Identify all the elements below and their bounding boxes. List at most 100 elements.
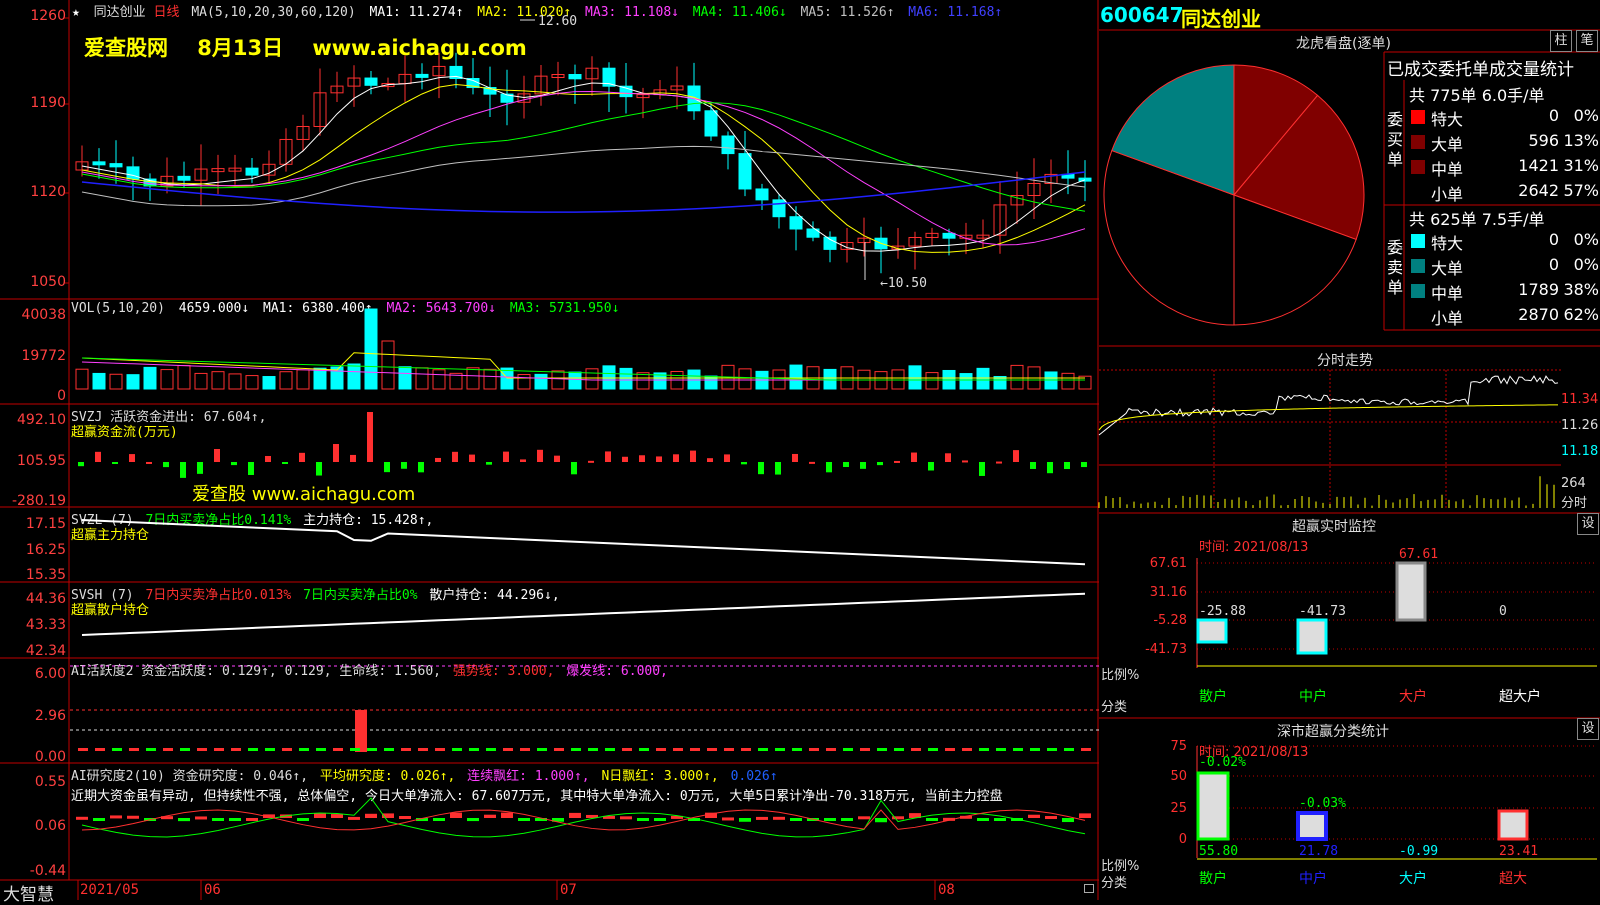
sell-row-name: 特大 [1431,234,1464,253]
svzj-bar [690,450,696,462]
sell-row-swatch [1411,234,1425,248]
research-bar [467,818,479,822]
volume-chart[interactable] [70,300,1100,400]
ai1-activity-chart[interactable] [70,658,1100,763]
candle-body [92,161,106,166]
sell-row-pct: 62% [1563,305,1599,324]
order-pie-chart[interactable] [1099,40,1369,350]
buy-row-swatch [1411,185,1425,199]
stats-bar [1296,811,1328,841]
chart-area[interactable]: 1260 1190 1120 1050 ★ 同达创业 日线 MA(5,10,20… [0,0,1100,905]
monitor-bar-chart[interactable]: 67.61 31.16 -5.28 -41.73 -25.88 -41.73 67.61 0 散… [1099,518,1600,708]
candlestick-chart[interactable] [70,12,1100,297]
svzj-bar-chart[interactable] [70,405,1100,505]
volume-bar [959,373,973,390]
ai1-axis-mid: 2.96 [34,708,66,724]
ai2-research-chart[interactable] [70,780,1100,880]
research-bar [824,818,836,821]
monitor-axis-label: -5.28 [1153,613,1187,628]
stats-value: 23.41 [1499,844,1538,859]
stats-axis-label: 0 [1179,832,1187,847]
main-axis-1190: 1190 [30,95,66,111]
sell-row-count: 1789 [1518,280,1559,299]
buy-summary: 共 775单 6.0手/单 [1409,86,1545,105]
candle-body [721,135,735,155]
activity-bar [520,748,530,751]
ai2-axis-mid: 0.06 [34,818,66,834]
monitor-category: 中户 [1299,688,1327,705]
activity-bar [537,748,547,751]
svzj-axis-mid: 105.95 [17,453,66,469]
research-bar [654,818,666,821]
research-bar [994,818,1006,821]
stats-bar [1196,771,1230,841]
svzj-bar [1013,450,1019,462]
sell-row-swatch [1411,284,1425,298]
vol-axis-mid: 19772 [21,348,66,364]
sell-row-pct: 0% [1573,255,1599,274]
research-bar [93,818,105,821]
candle-body [245,167,259,176]
research-bar [1028,814,1040,818]
activity-bar [945,748,955,751]
right-panel: 600647 同达创业 龙虎看盘(逐单) 柱 笔 已成交委托单成交量统计 共 7… [1098,0,1600,900]
volume-bar [823,368,837,390]
svzj-bar [622,456,628,462]
activity-bar [1013,748,1023,751]
activity-bar [554,748,564,751]
activity-bar [758,748,768,751]
svzj-bar [78,462,84,467]
svzl-line-chart[interactable] [70,508,1100,583]
svzj-bar [537,449,543,462]
main-axis-1120: 1120 [30,184,66,200]
svzj-bar [792,453,798,462]
volume-bar [602,365,616,390]
research-bar [331,814,343,818]
svzj-bar [435,457,441,462]
buy-row-swatch [1411,110,1425,124]
candle-body [568,73,582,80]
svzj-bar [112,462,118,464]
activity-bar [792,748,802,751]
sell-row-swatch [1411,259,1425,273]
activity-bar [418,748,428,751]
volume-bar [585,368,599,390]
svzj-bar [588,460,594,463]
lock-icon[interactable] [1084,884,1094,893]
research-bar [110,815,122,819]
volume-bar [1061,372,1075,390]
research-bar [246,817,258,821]
svzj-axis-top: 492.10 [17,412,66,428]
column-view-button[interactable]: 柱 [1550,30,1572,52]
buy-row-name: 小单 [1431,185,1464,204]
svsh-line-chart[interactable] [70,583,1100,658]
buy-row-swatch [1411,135,1425,149]
buy-row-count: 596 [1528,131,1559,150]
buy-row-name: 中单 [1431,160,1464,179]
stats-bar-chart[interactable]: 75 50 25 0 -0.02% -0.03% 55.80 散户 21.78 中户 -0.99 大户… [1099,718,1600,900]
monitor-category: 散户 [1199,688,1227,705]
volume-stats-title: 已成交委托单成交量统计 [1387,60,1574,80]
svsh-axis-top: 44.36 [25,591,66,607]
svzj-bar [996,461,1002,464]
svzj-bar [945,453,951,462]
volume-bar [177,365,191,390]
tick-view-button[interactable]: 笔 [1576,30,1598,52]
volume-bar [517,374,531,390]
svzj-bar [962,460,968,463]
svzj-bar [299,452,305,462]
monitor-category: 超大户 [1499,688,1541,705]
buy-row-name: 大单 [1431,135,1464,154]
ma6-line [81,171,1086,213]
candle-body [364,77,378,86]
volume-bar [279,371,293,390]
monitor-value: -41.73 [1299,604,1346,619]
activity-bar [1064,748,1074,751]
activity-bar [350,748,360,751]
volume-bar [143,366,157,390]
intraday-chart[interactable] [1098,369,1561,510]
svzj-bar [1030,462,1036,469]
activity-bar [962,748,972,751]
ai1-axis-bottom: 0.00 [34,749,66,765]
research-bar [212,818,224,821]
